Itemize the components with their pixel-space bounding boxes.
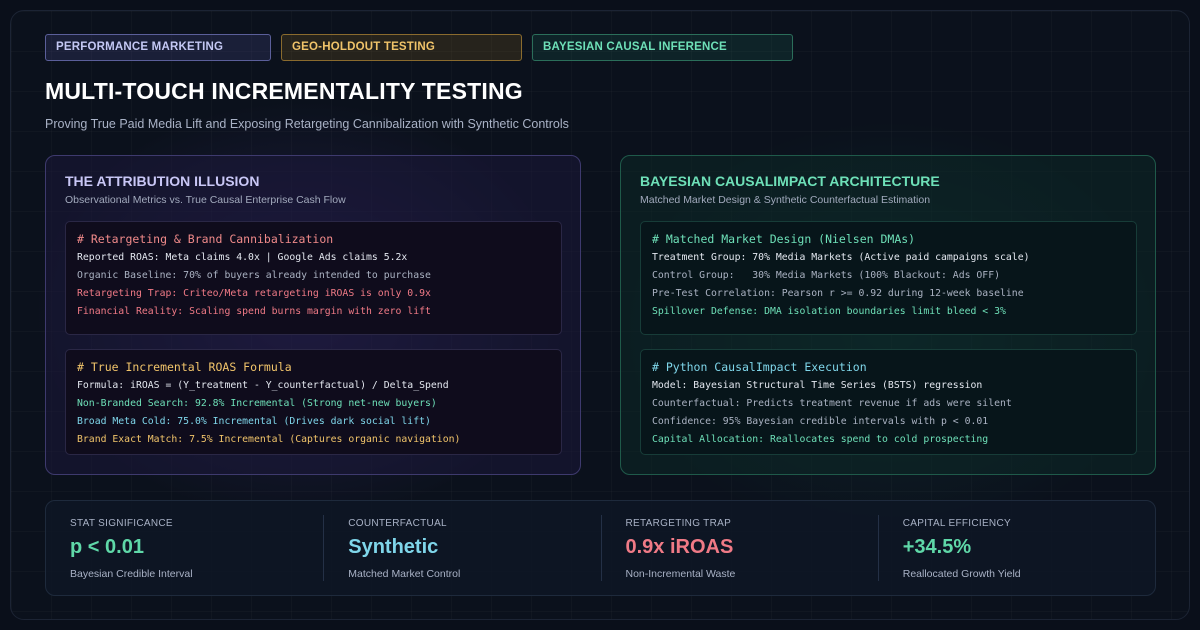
code-line: Capital Allocation: Reallocates spend to… — [652, 434, 989, 445]
panel-title: THE ATTRIBUTION ILLUSION — [65, 173, 260, 189]
code-block-causalimpact-execution: # Python CausalImpact Execution Model: B… — [640, 349, 1137, 455]
code-line: Pre-Test Correlation: Pearson r >= 0.92 … — [652, 288, 1024, 299]
stat-capital-efficiency: CAPITAL EFFICIENCY +34.5% Reallocated Gr… — [877, 501, 1155, 595]
panel-subtitle: Observational Metrics vs. True Causal En… — [65, 194, 346, 206]
stat-label: STAT SIGNIFICANCE — [70, 518, 173, 529]
code-line: Brand Exact Match: 7.5% Incremental (Cap… — [77, 434, 461, 445]
stat-value: 0.9x iROAS — [625, 536, 734, 558]
tag-bayesian-causal-inference: BAYESIAN CAUSAL INFERENCE — [532, 34, 793, 61]
code-line: Broad Meta Cold: 75.0% Incremental (Driv… — [77, 416, 431, 427]
stat-retargeting-trap: RETARGETING TRAP 0.9x iROAS Non-Incremen… — [600, 501, 878, 595]
code-block-matched-market: # Matched Market Design (Nielsen DMAs) T… — [640, 221, 1137, 335]
code-line: Formula: iROAS = (Y_treatment - Y_counte… — [77, 380, 449, 391]
panel-title: BAYESIAN CAUSALIMPACT ARCHITECTURE — [640, 173, 940, 189]
stat-description: Bayesian Credible Interval — [70, 568, 193, 580]
panel-subtitle: Matched Market Design & Synthetic Counte… — [640, 194, 931, 206]
code-heading: # True Incremental ROAS Formula — [77, 360, 292, 374]
stat-value: Synthetic — [348, 536, 439, 558]
stat-label: COUNTERFACTUAL — [348, 518, 447, 529]
code-block-iroas-formula: # True Incremental ROAS Formula Formula:… — [65, 349, 562, 455]
code-line: Spillover Defense: DMA isolation boundar… — [652, 306, 1006, 317]
code-line: Organic Baseline: 70% of buyers already … — [77, 270, 431, 281]
stat-label: RETARGETING TRAP — [625, 518, 732, 529]
page-title: MULTI-TOUCH INCREMENTALITY TESTING — [45, 78, 523, 104]
code-line: Treatment Group: 70% Media Markets (Acti… — [652, 252, 1030, 263]
tag-row: PERFORMANCE MARKETING GEO-HOLDOUT TESTIN… — [45, 34, 793, 61]
code-heading: # Retargeting & Brand Cannibalization — [77, 232, 334, 246]
stat-label: CAPITAL EFFICIENCY — [902, 518, 1011, 529]
page-subtitle: Proving True Paid Media Lift and Exposin… — [45, 117, 569, 131]
stats-bar: STAT SIGNIFICANCE p < 0.01 Bayesian Cred… — [45, 500, 1156, 596]
stat-description: Matched Market Control — [348, 568, 461, 580]
stat-value: +34.5% — [902, 536, 972, 558]
stat-value: p < 0.01 — [70, 536, 144, 558]
stat-counterfactual: COUNTERFACTUAL Synthetic Matched Market … — [323, 501, 600, 595]
stat-description: Non-Incremental Waste — [625, 568, 736, 580]
tag-geo-holdout-testing: GEO-HOLDOUT TESTING — [281, 34, 522, 61]
code-block-cannibalization: # Retargeting & Brand Cannibalization Re… — [65, 221, 562, 335]
causalimpact-architecture-panel: BAYESIAN CAUSALIMPACT ARCHITECTURE Match… — [620, 155, 1156, 475]
code-line: Model: Bayesian Structural Time Series (… — [652, 380, 983, 391]
code-line: Financial Reality: Scaling spend burns m… — [77, 306, 431, 317]
code-line: Retargeting Trap: Criteo/Meta retargetin… — [77, 288, 431, 299]
stat-description: Reallocated Growth Yield — [902, 568, 1021, 580]
stat-significance: STAT SIGNIFICANCE p < 0.01 Bayesian Cred… — [46, 501, 323, 595]
code-heading: # Python CausalImpact Execution — [652, 360, 867, 374]
code-heading: # Matched Market Design (Nielsen DMAs) — [652, 232, 916, 246]
attribution-illusion-panel: THE ATTRIBUTION ILLUSION Observational M… — [45, 155, 581, 475]
code-line: Non-Branded Search: 92.8% Incremental (S… — [77, 398, 437, 409]
tag-performance-marketing: PERFORMANCE MARKETING — [45, 34, 271, 61]
code-line: Reported ROAS: Meta claims 4.0x | Google… — [77, 252, 408, 263]
code-line: Confidence: 95% Bayesian credible interv… — [652, 416, 989, 427]
code-line: Counterfactual: Predicts treatment reven… — [652, 398, 1012, 409]
code-line: Control Group: 30% Media Markets (100% B… — [652, 270, 1000, 281]
